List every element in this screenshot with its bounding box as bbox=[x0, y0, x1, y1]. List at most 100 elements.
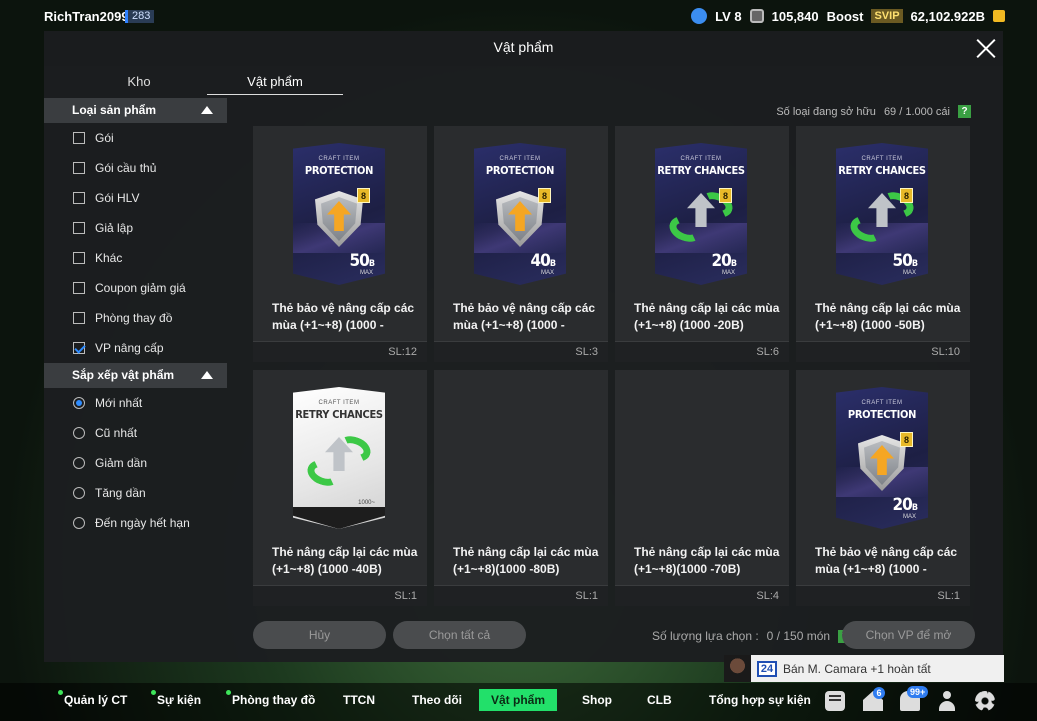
new-dot-icon bbox=[151, 690, 156, 695]
item-card[interactable]: Thẻ nâng cấp lại các mùa (+1~+8)(1000 -7… bbox=[615, 370, 789, 606]
item-quantity: SL:12 bbox=[253, 341, 427, 362]
close-icon[interactable] bbox=[975, 37, 997, 59]
card-value-number: 50 bbox=[349, 251, 370, 271]
nav-quan-ly-ct[interactable]: Quản lý CT bbox=[58, 690, 127, 707]
nav-tong-hop-su-kien[interactable]: Tổng hợp sự kiện bbox=[709, 693, 811, 707]
item-name-line: mùa (+1~+8) (1000 - bbox=[272, 318, 384, 332]
radio-button[interactable] bbox=[73, 427, 85, 439]
tab-kho[interactable]: Kho bbox=[71, 69, 207, 95]
item-name-line: (+1~+8) (1000 -40B) bbox=[272, 562, 382, 576]
sort-option[interactable]: Mới nhất bbox=[44, 388, 227, 418]
item-name-line: Thẻ nâng cấp lại các mùa bbox=[272, 545, 418, 559]
checkbox[interactable] bbox=[73, 162, 85, 174]
checkbox[interactable] bbox=[73, 252, 85, 264]
craft-card: CRAFT ITEM PROTECTION 8 40B MAX bbox=[474, 143, 566, 285]
card-art: CRAFT ITEM PROTECTION 8 50B MAX bbox=[293, 143, 385, 285]
owned-label: Số loại đang sở hữu bbox=[776, 105, 876, 118]
notification-toast[interactable]: 24 Bán M. Camara +1 hoàn tất bbox=[724, 655, 1004, 682]
sort-option[interactable]: Tăng dần bbox=[44, 478, 227, 508]
filter-option-label: Khác bbox=[95, 251, 123, 265]
item-quantity: SL:1 bbox=[434, 585, 608, 606]
profile-icon[interactable] bbox=[937, 691, 957, 711]
item-name-line: (+1~+8)(1000 -70B) bbox=[634, 562, 741, 576]
checkbox[interactable] bbox=[73, 192, 85, 204]
chat-icon[interactable] bbox=[825, 691, 845, 711]
nav-label: Sự kiện bbox=[157, 693, 202, 707]
notification-text: Bán M. Camara +1 hoàn tất bbox=[783, 661, 931, 676]
checkbox[interactable] bbox=[73, 132, 85, 144]
face-icon bbox=[691, 8, 708, 24]
craft-card: CRAFT ITEM RETRY CHANCES 1000~ 40B bbox=[293, 387, 385, 529]
sort-header[interactable]: Sắp xếp vật phẩm bbox=[44, 363, 227, 388]
checkbox[interactable] bbox=[73, 312, 85, 324]
item-card[interactable]: CRAFT ITEM RETRY CHANCES 8 50B MAX Thẻ n… bbox=[796, 126, 970, 362]
cancel-button[interactable]: Hủy bbox=[253, 621, 386, 649]
checkbox[interactable] bbox=[73, 222, 85, 234]
filter-option[interactable]: Coupon giảm giá bbox=[44, 273, 227, 303]
card-value-number: 20 bbox=[711, 251, 732, 271]
sort-option[interactable]: Giảm dần bbox=[44, 448, 227, 478]
checkbox[interactable] bbox=[73, 342, 85, 354]
home-badge: 6 bbox=[873, 687, 885, 699]
username[interactable]: RichTran20999 bbox=[44, 9, 136, 24]
item-name-line: mùa (+1~+8) (1000 - bbox=[815, 562, 927, 576]
item-quantity: SL:1 bbox=[253, 585, 427, 606]
radio-button[interactable] bbox=[73, 487, 85, 499]
gear-icon[interactable] bbox=[975, 691, 995, 711]
nav-theo-doi[interactable]: Theo dõi bbox=[412, 693, 462, 707]
user-level-badge: 283 bbox=[125, 10, 155, 23]
card-bottom-band bbox=[293, 507, 385, 529]
card-value-unit: B bbox=[911, 259, 918, 269]
product-type-header[interactable]: Loại sản phẩm bbox=[44, 98, 227, 123]
collapse-triangle-icon[interactable] bbox=[201, 106, 213, 114]
collapse-triangle-icon[interactable] bbox=[201, 371, 213, 379]
sort-option[interactable]: Đến ngày hết hạn bbox=[44, 508, 227, 538]
nav-shop[interactable]: Shop bbox=[582, 693, 612, 707]
nav-vat-pham-active[interactable]: Vật phẩm bbox=[479, 689, 557, 711]
select-all-button[interactable]: Chọn tất cả bbox=[393, 621, 526, 649]
item-card[interactable]: CRAFT ITEM RETRY CHANCES 8 20B MAX Thẻ n… bbox=[615, 126, 789, 362]
filter-option[interactable]: Giả lập bbox=[44, 213, 227, 243]
filter-option[interactable]: Gói HLV bbox=[44, 183, 227, 213]
filter-option[interactable]: Gói cầu thủ bbox=[44, 153, 227, 183]
item-name-line: (+1~+8) (1000 -20B) bbox=[634, 318, 744, 332]
filter-option[interactable]: Phòng thay đồ bbox=[44, 303, 227, 333]
filter-option[interactable]: Gói bbox=[44, 123, 227, 153]
card-kind: RETRY CHANCES bbox=[838, 164, 926, 177]
tab-vat-pham[interactable]: Vật phẩm bbox=[207, 69, 343, 95]
item-quantity: SL:3 bbox=[434, 341, 608, 362]
open-selected-button[interactable]: Chọn VP để mở bbox=[842, 621, 975, 649]
radio-button[interactable] bbox=[73, 517, 85, 529]
card-kind: PROTECTION bbox=[485, 164, 555, 177]
nav-su-kien[interactable]: Sự kiện bbox=[151, 690, 202, 707]
ovr-value: 105,840 bbox=[771, 8, 819, 24]
item-card[interactable]: Thẻ nâng cấp lại các mùa (+1~+8)(1000 -8… bbox=[434, 370, 608, 606]
bp-coin-icon bbox=[993, 10, 1005, 22]
nav-clb[interactable]: CLB bbox=[647, 693, 672, 707]
level-label: LV 8 bbox=[715, 8, 742, 24]
checkbox[interactable] bbox=[73, 282, 85, 294]
item-card[interactable]: CRAFT ITEM PROTECTION 8 40B MAX Thẻ bảo … bbox=[434, 126, 608, 362]
radio-button[interactable] bbox=[73, 397, 85, 409]
item-card[interactable]: CRAFT ITEM PROTECTION 8 20B MAX Thẻ bảo … bbox=[796, 370, 970, 606]
svip-badge: SVIP bbox=[871, 9, 903, 23]
sort-option-label: Giảm dần bbox=[95, 456, 148, 470]
item-card[interactable]: CRAFT ITEM PROTECTION 8 50B MAX Thẻ bảo … bbox=[253, 126, 427, 362]
card-kind: PROTECTION bbox=[847, 408, 917, 421]
nav-ttcn[interactable]: TTCN bbox=[343, 693, 375, 707]
radio-button[interactable] bbox=[73, 457, 85, 469]
sort-option[interactable]: Cũ nhất bbox=[44, 418, 227, 448]
filter-option[interactable]: VP nâng cấp bbox=[44, 333, 227, 363]
max-label: MAX bbox=[721, 270, 735, 276]
nav-phong-thay-do[interactable]: Phòng thay đồ bbox=[226, 690, 315, 707]
filter-option[interactable]: Khác bbox=[44, 243, 227, 273]
item-card[interactable]: CRAFT ITEM RETRY CHANCES 1000~ 40B Thẻ n… bbox=[253, 370, 427, 606]
craft-card: CRAFT ITEM PROTECTION 8 50B MAX bbox=[293, 143, 385, 285]
item-grid: CRAFT ITEM PROTECTION 8 50B MAX Thẻ bảo … bbox=[253, 126, 973, 606]
help-icon[interactable]: ? bbox=[958, 105, 971, 118]
card-art: CRAFT ITEM PROTECTION 8 20B MAX bbox=[836, 387, 928, 529]
card-kind: RETRY CHANCES bbox=[295, 408, 383, 421]
card-value: 20B bbox=[712, 251, 737, 271]
filter-option-label: Coupon giảm giá bbox=[95, 281, 186, 295]
craft-label: CRAFT ITEM bbox=[318, 156, 360, 162]
